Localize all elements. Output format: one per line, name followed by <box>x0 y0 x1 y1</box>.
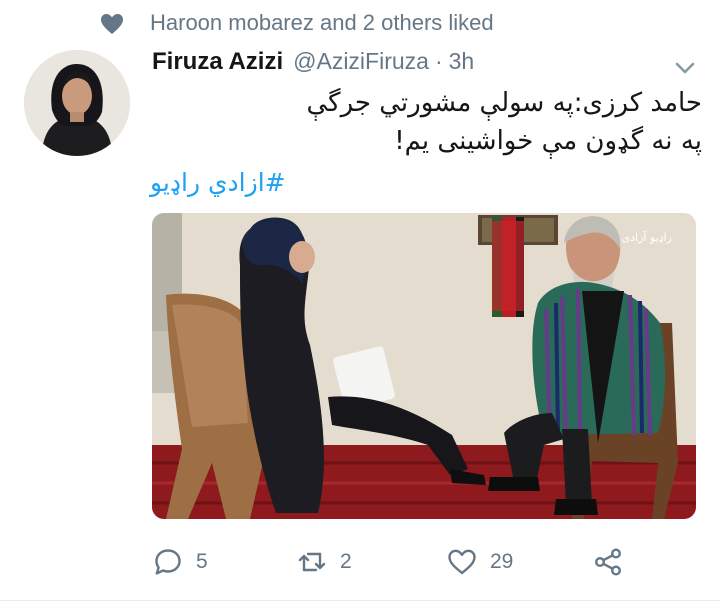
avatar[interactable] <box>24 50 130 156</box>
reply-count: 5 <box>196 550 208 573</box>
share-button[interactable] <box>592 540 624 584</box>
separator-dot: · <box>434 48 443 74</box>
tweet-actions: 5 2 29 <box>150 540 710 584</box>
tweet-divider <box>0 600 720 601</box>
tweet-header: Firuza Azizi @AziziFiruza · 3h <box>152 48 474 80</box>
retweet-icon <box>298 552 326 572</box>
heart-icon <box>101 14 123 34</box>
social-context-text: Haroon mobarez and 2 others liked <box>150 10 494 35</box>
heart-outline-icon <box>448 549 476 575</box>
hashtag-link[interactable]: #ازادي راډیو <box>150 168 286 197</box>
interview-photo: راډیو آزادی <box>152 213 696 519</box>
media-watermark: راډیو آزادی <box>622 230 672 244</box>
retweet-button[interactable]: 2 <box>296 540 352 584</box>
like-count: 29 <box>490 550 514 573</box>
avatar-image <box>24 50 130 156</box>
author-name[interactable]: Firuza Azizi <box>152 48 283 76</box>
tweet-text: حامد کرزی:په سولې مشورتي جرگې په نه گډون… <box>306 88 702 156</box>
chevron-down-icon[interactable] <box>672 58 698 78</box>
reply-button[interactable]: 5 <box>152 540 208 584</box>
retweet-count: 2 <box>340 550 352 573</box>
like-button[interactable]: 29 <box>446 540 513 584</box>
share-icon <box>594 548 622 576</box>
author-handle[interactable]: @AziziFiruza <box>293 48 429 75</box>
reply-icon <box>155 549 181 575</box>
tweet-media-photo[interactable]: راډیو آزادی <box>152 213 696 519</box>
tweet-timestamp[interactable]: 3h <box>449 48 475 75</box>
